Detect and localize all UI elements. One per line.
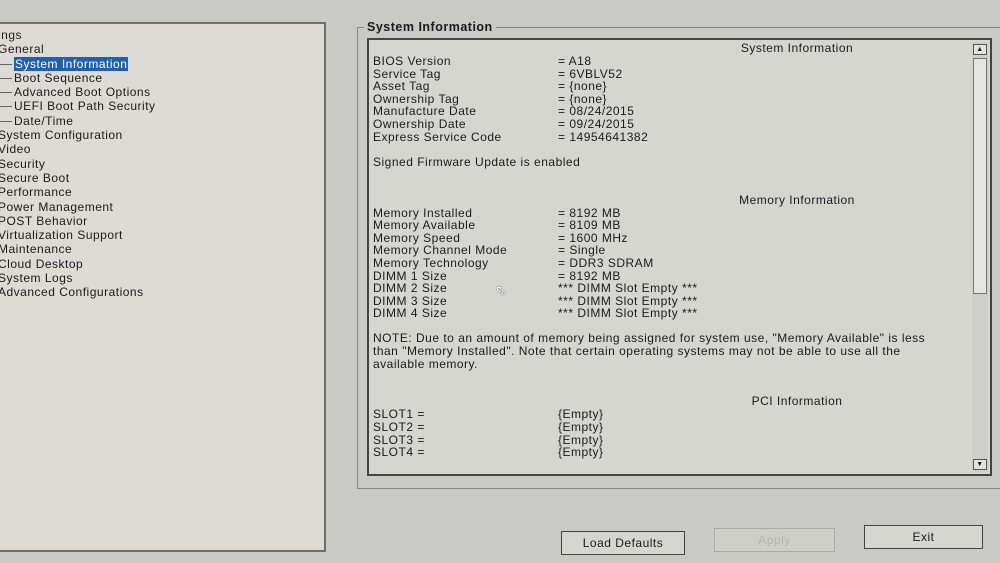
row-value: *** DIMM Slot Empty *** <box>558 306 698 321</box>
tree-item-label: Virtualization Support <box>0 228 123 243</box>
apply-button[interactable]: Apply <box>714 528 835 552</box>
row-value: = 8109 MB <box>558 218 621 233</box>
row-value: {Empty} <box>558 445 604 460</box>
tree-item-label: System Configuration <box>0 128 123 143</box>
memory-row: DIMM 2 Size *** DIMM Slot Empty *** <box>373 282 971 295</box>
tree-item[interactable]: Cloud Desktop <box>0 257 156 271</box>
sysinfo-row: BIOS Version = A18 <box>373 55 971 68</box>
settings-tree-panel: ings General System Information Boot Sequen… <box>0 22 326 552</box>
tree-item[interactable]: Advanced Configurations <box>0 285 156 299</box>
tree-item-label: System Information <box>14 56 129 71</box>
tree-item-label: Date/Time <box>14 113 74 128</box>
row-value: = {none} <box>558 79 608 94</box>
tree-item-label: Secure Boot <box>0 170 70 185</box>
pci-row: SLOT4 = {Empty} <box>373 446 971 459</box>
tree-item-label: Maintenance <box>0 242 73 257</box>
row-value: = DDR3 SDRAM <box>558 255 654 270</box>
memory-note: NOTE: Due to an amount of memory being a… <box>373 331 926 371</box>
tree-item-label: Cloud Desktop <box>0 256 84 271</box>
tree-item[interactable]: Maintenance <box>0 242 156 256</box>
tree-item[interactable]: Boot Sequence <box>0 71 156 85</box>
tree-item-label: Power Management <box>0 199 114 214</box>
scroll-thumb[interactable] <box>973 58 987 294</box>
load-defaults-button[interactable]: Load Defaults <box>561 531 685 555</box>
tree-item[interactable]: System Information <box>0 56 156 71</box>
mouse-pointer-icon: ⇖ <box>495 282 508 298</box>
tree-item-label: System Logs <box>0 271 73 286</box>
tree-item[interactable]: Power Management <box>0 200 156 214</box>
tree-item[interactable]: Security <box>0 157 156 171</box>
tree-item[interactable]: Virtualization Support <box>0 228 156 242</box>
tree-item-label: ings <box>0 28 23 42</box>
memory-row: Memory Available = 8109 MB <box>373 219 971 232</box>
scrollbar[interactable]: ▲ ▼ <box>972 42 988 472</box>
sysinfo-row: Asset Tag = {none} <box>373 80 971 93</box>
row-value: = 14954641382 <box>558 129 649 144</box>
sysinfo-row: Service Tag = 6VBLV52 <box>373 67 971 81</box>
tree-item-label: UEFI Boot Path Security <box>14 99 156 114</box>
tree-item[interactable]: ings <box>0 28 156 42</box>
memory-row: DIMM 4 Size *** DIMM Slot Empty *** <box>373 307 971 320</box>
row-value: *** DIMM Slot Empty *** <box>558 281 698 296</box>
memory-row: Memory Technology = DDR3 SDRAM <box>373 257 971 270</box>
tree-item-label: General <box>0 42 45 57</box>
pci-row: SLOT1 = {Empty} <box>373 408 971 421</box>
group-title: System Information <box>364 20 496 34</box>
tree-item[interactable]: UEFI Boot Path Security <box>0 99 156 113</box>
pci-row: SLOT2 = {Empty} <box>373 421 971 434</box>
sysinfo-row: Express Service Code = 14954641382 <box>373 129 971 144</box>
tree-item[interactable]: General <box>0 42 156 56</box>
scroll-down-arrow-icon[interactable]: ▼ <box>973 459 987 470</box>
row-label: DIMM 4 Size <box>373 306 448 321</box>
tree-item[interactable]: Performance <box>0 185 156 199</box>
tree-item[interactable]: System Logs <box>0 271 156 285</box>
row-value: {Empty} <box>558 420 604 435</box>
tree-item-label: Advanced Configurations <box>0 285 144 300</box>
tree-item[interactable]: System Configuration <box>0 128 156 142</box>
firmware-note: Signed Firmware Update is enabled <box>373 154 581 169</box>
tree-item[interactable]: Video <box>0 142 156 156</box>
row-value: = A18 <box>558 54 592 68</box>
row-label: Express Service Code <box>373 129 502 144</box>
tree-item-label: Advanced Boot Options <box>14 85 151 100</box>
pci-row: SLOT3 = {Empty} <box>373 433 971 447</box>
exit-button[interactable]: Exit <box>864 525 983 549</box>
settings-tree: ings General System Information Boot Sequen… <box>0 28 156 300</box>
tree-item-label: POST Behavior <box>0 213 88 228</box>
scroll-up-arrow-icon[interactable]: ▲ <box>973 44 987 55</box>
sysinfo-header: System Information <box>740 41 854 55</box>
tree-item[interactable]: Advanced Boot Options <box>0 85 156 99</box>
tree-item-label: Boot Sequence <box>14 70 103 85</box>
tree-item[interactable]: Date/Time <box>0 114 156 128</box>
row-label: SLOT4 = <box>373 445 425 460</box>
tree-item[interactable]: Secure Boot <box>0 171 156 185</box>
row-value: = 09/24/2015 <box>558 116 635 131</box>
info-scroll-area[interactable]: System Information BIOS Version = A18 Serv… <box>367 38 992 476</box>
tree-item[interactable]: POST Behavior <box>0 214 156 228</box>
tree-item-label: Performance <box>0 185 73 200</box>
tree-item-label: Video <box>0 142 31 157</box>
pci-header: PCI Information <box>751 394 843 409</box>
tree-item-label: Security <box>0 156 46 171</box>
